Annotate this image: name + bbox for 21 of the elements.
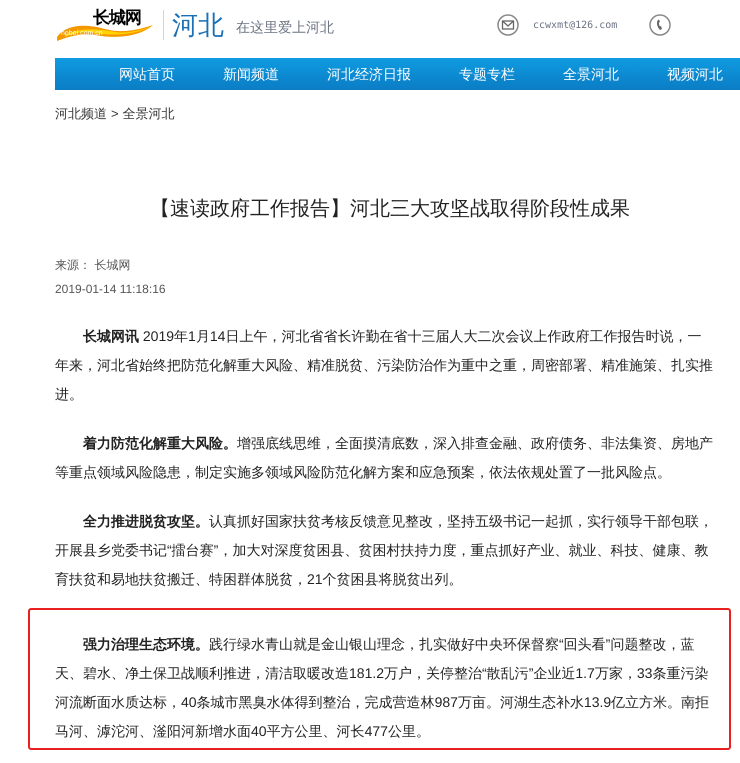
- article-paragraph: 着力防范化解重大风险。增强底线思维，全面摸清底数，深入排查金融、政府债务、非法集资、房地产等重点领域风险隐患，制定实施多领域风险防范化解方案和应急预案，依法依规处置了一批风险点。: [55, 434, 713, 482]
- breadcrumb-separator: >: [111, 105, 119, 123]
- nav-link[interactable]: 专题专栏: [435, 64, 539, 84]
- nav-link[interactable]: 网站首页: [95, 64, 199, 84]
- site-slogan: 在这里爱上河北: [236, 18, 334, 36]
- breadcrumb-link[interactable]: 河北频道: [55, 104, 107, 124]
- phone-icon: [649, 14, 672, 36]
- article-title: 【速读政府工作报告】河北三大攻坚战取得阶段性成果: [149, 196, 631, 222]
- nav-link[interactable]: 视频河北: [643, 64, 740, 84]
- nav-link[interactable]: 新闻频道: [199, 64, 303, 84]
- article-source: 来源： 长城网: [55, 256, 132, 274]
- contact-email[interactable]: ccwxmt@126.com: [533, 18, 618, 32]
- article-paragraph: 强力治理生态环境。践行绿水青山就是金山银山理念，扎实做好中央环保督察“回头看”问题整改，蓝天、碧水、净土保卫战顺利推进，清洁取暖改造181.2万户，关停整治“散乱污”企业近1.7万家，33条重污染河流断面水质达标，40条城市黑臭水体得到整治，完成营造林987万亩。河湖生态补水13.9亿立方米。南拒马河、滹沱河、滏阳河新增水面40平方公里、河长477公里。: [55, 634, 710, 740]
- region-title: 河北: [172, 12, 224, 38]
- nav-link[interactable]: 河北经济日报: [303, 64, 435, 84]
- breadcrumb-link[interactable]: 全景河北: [122, 104, 175, 124]
- nav-link[interactable]: 全景河北: [539, 64, 643, 84]
- article-date: 2019-01-14 11:18:16: [55, 280, 167, 298]
- article-paragraph: 长城网讯 2019年1月14日上午，河北省省长许勤在省十三届人大二次会议上作政府工作报告时说，一年来，河北省始终把防范化解重大风险、精准脱贫、污染防治作为重中之重，周密部署、精准施策、扎实推进。: [55, 326, 713, 404]
- article-paragraph: 全力推进脱贫攻坚。认真抓好国家扶贫考核反馈意见整改，坚持五级书记一起抓，实行领导干部包联，开展县乡党委书记“擂台赛”，加大对深度贫困县、贫困村扶持力度，重点抓好产业、就业、科技、健康、教育扶贫和易地扶贫搬迁、特困群体脱贫，21个贫困县将脱贫出列。: [55, 512, 713, 588]
- mail-icon: [497, 14, 519, 36]
